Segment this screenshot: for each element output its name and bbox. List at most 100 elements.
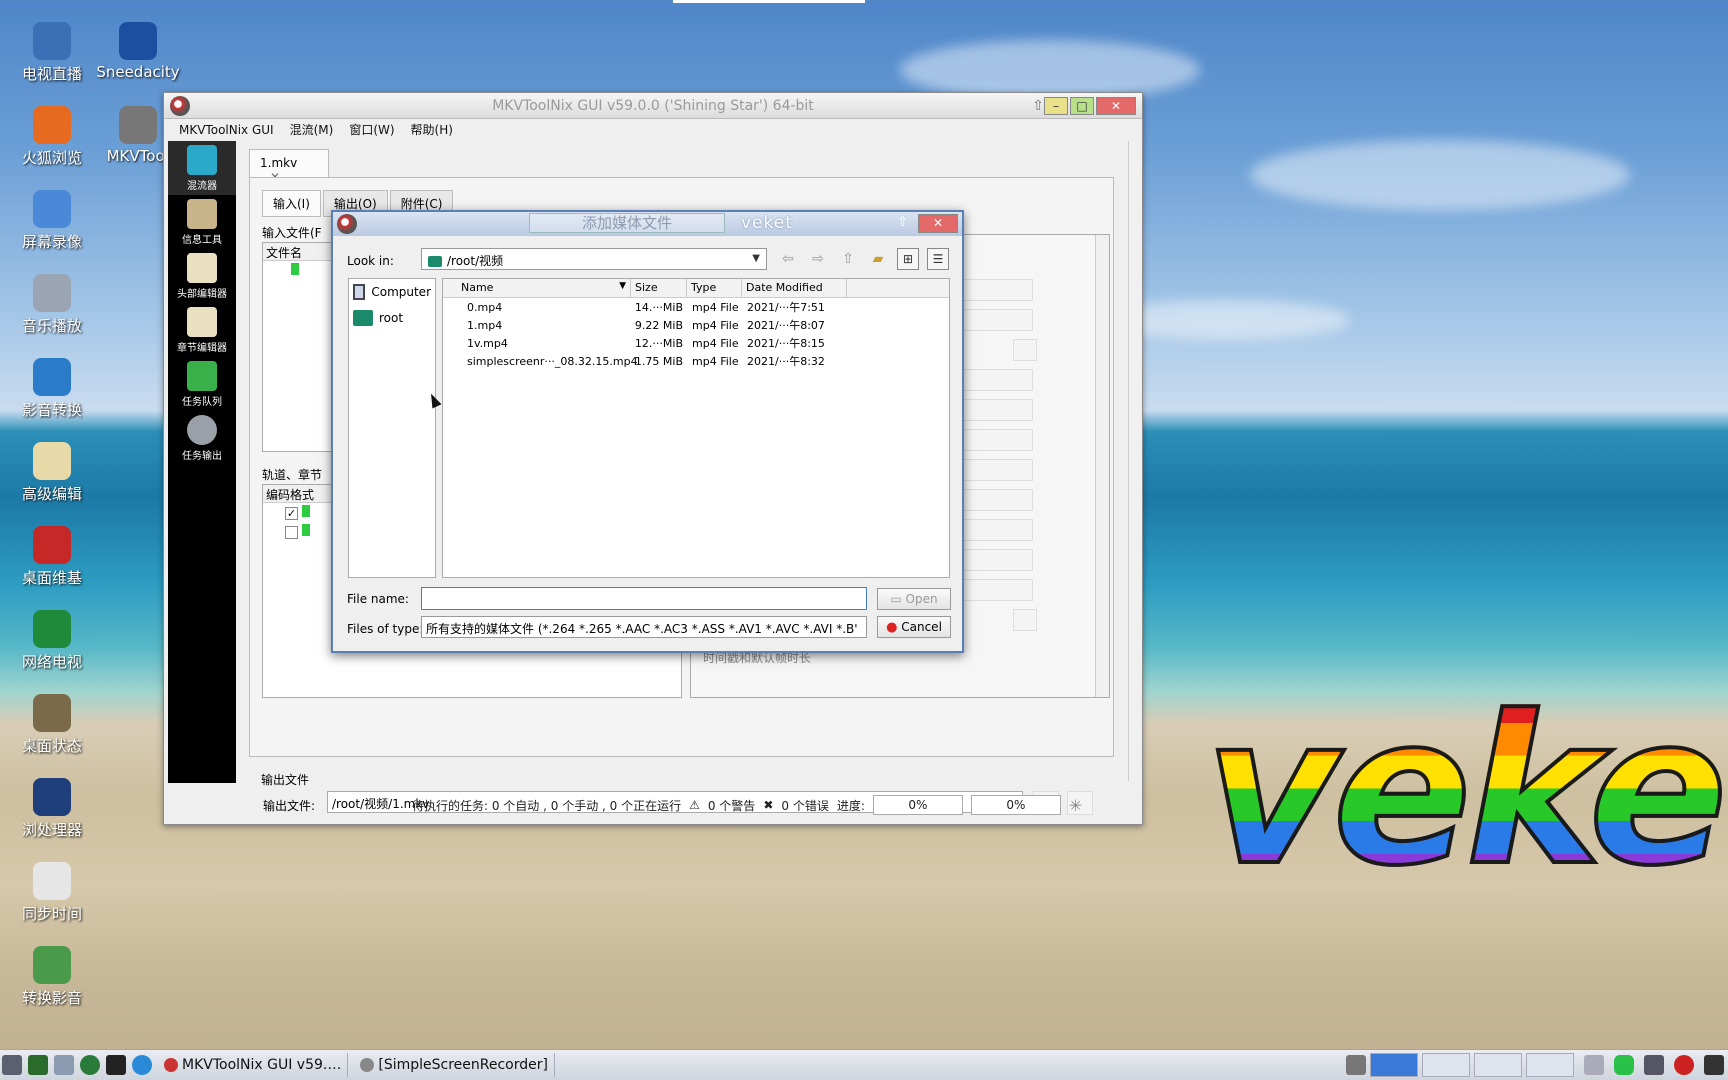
place-root[interactable]: root <box>349 305 435 331</box>
desktop-icon[interactable]: 桌面维基 <box>10 526 94 588</box>
property-combo[interactable] <box>953 429 1033 451</box>
properties-scrollbar[interactable] <box>1095 235 1109 697</box>
pin-icon[interactable]: ⇧ <box>897 215 908 230</box>
property-combo[interactable] <box>953 369 1033 391</box>
sidebar-item-multiplexer[interactable]: 混流器 <box>168 141 236 195</box>
list-view-icon[interactable]: ⊞ <box>897 248 919 270</box>
tab-1-mkv[interactable]: 1.mkv ✕ <box>249 149 329 184</box>
column-name[interactable]: Name ▼ <box>443 279 631 297</box>
sidebar-item-info-tool[interactable]: 信息工具 <box>168 195 236 249</box>
menu-icon[interactable] <box>2 1055 22 1075</box>
play-icon[interactable] <box>80 1055 100 1075</box>
property-combo[interactable] <box>953 399 1033 421</box>
task-mkvtoolnix[interactable]: MKVToolNix GUI v59.… <box>158 1053 349 1077</box>
window-scrollbar[interactable] <box>1128 141 1142 781</box>
desktop-icon[interactable]: Sneedacity <box>96 22 180 81</box>
files-of-type-combo[interactable]: 所有支持的媒体文件 (*.264 *.265 *.AAC *.AC3 *.ASS… <box>421 616 867 638</box>
back-icon[interactable]: ⇦ <box>777 248 799 270</box>
terminal-icon[interactable] <box>106 1055 126 1075</box>
maximize-button[interactable]: □ <box>1070 97 1094 115</box>
desktop-icon[interactable]: 屏幕录像 <box>10 190 94 252</box>
column-size[interactable]: Size <box>631 279 687 297</box>
desktop-icon[interactable]: 音乐播放 <box>10 274 94 336</box>
track-checkbox[interactable]: ✓ <box>285 507 298 520</box>
globe-icon[interactable] <box>132 1055 152 1075</box>
edit-button[interactable] <box>1013 339 1037 361</box>
detail-view-icon[interactable]: ☰ <box>927 248 949 270</box>
recorder-icon <box>360 1058 375 1072</box>
look-in-value: /root/视频 <box>447 254 504 268</box>
look-in-combo[interactable]: /root/视频 ▼ <box>421 248 767 270</box>
desktop-icon[interactable]: 高级编辑 <box>10 442 94 504</box>
record-icon[interactable] <box>1674 1055 1694 1075</box>
workspace-4[interactable] <box>1526 1053 1574 1077</box>
sidebar-item-job-queue[interactable]: 任务队列 <box>168 357 236 411</box>
file-row[interactable]: simplescreenr···_08.32.15.mp4 1.75 MiB mp4… <box>443 352 949 370</box>
desktop-icon[interactable]: 电视直播 <box>10 22 94 84</box>
column-type[interactable]: Type <box>687 279 742 297</box>
property-combo[interactable] <box>953 489 1033 511</box>
magnifier-icon <box>187 199 217 229</box>
network-icon[interactable] <box>1644 1055 1664 1075</box>
task-simplescreenrecorder[interactable]: [SimpleScreenRecorder] <box>354 1053 555 1077</box>
desktop-icon[interactable]: 桌面状态 <box>10 694 94 756</box>
sidebar-item-chapter-editor[interactable]: 章节编辑器 <box>168 303 236 357</box>
minimize-button[interactable]: – <box>1044 97 1068 115</box>
property-combo[interactable] <box>953 549 1033 571</box>
battery-icon[interactable] <box>1614 1055 1634 1075</box>
new-folder-icon[interactable]: ▰ <box>867 248 889 270</box>
menu-help[interactable]: 帮助(H) <box>411 119 453 141</box>
workspace-1[interactable] <box>1370 1053 1418 1077</box>
monitor-icon[interactable] <box>28 1055 48 1075</box>
dialog-close-button[interactable]: ✕ <box>918 214 958 233</box>
parent-folder-icon[interactable]: ⇧ <box>837 248 859 270</box>
menu-mux[interactable]: 混流(M) <box>290 119 334 141</box>
menu-mkvtoolnix[interactable]: MKVToolNix GUI <box>179 119 274 141</box>
sidebar-label: 信息工具 <box>182 235 222 246</box>
desktop-icon[interactable]: 同步时间 <box>10 862 94 924</box>
editor-icon <box>33 442 71 480</box>
pin-icon[interactable]: ⇧ <box>1032 93 1044 119</box>
desktop-icon[interactable]: 网络电视 <box>10 610 94 672</box>
clipboard-icon[interactable] <box>1704 1055 1724 1075</box>
errors-count[interactable]: 0 个错误 <box>781 797 828 814</box>
dialog-titlebar[interactable]: 添加媒体文件 veket ⇧ ✕ <box>333 212 962 236</box>
file-row[interactable]: 1v.mp4 12.···MiB mp4 File 2021/···午8:15 <box>443 334 949 352</box>
film-convert-icon <box>33 946 71 984</box>
progress-label: 进度: <box>836 798 865 813</box>
forward-icon[interactable]: ⇨ <box>807 248 829 270</box>
cancel-button[interactable]: ● Cancel <box>877 616 951 638</box>
open-button[interactable]: ▭ Open <box>877 588 951 610</box>
desktop-icon[interactable]: 转换影音 <box>10 946 94 1008</box>
menu-window[interactable]: 窗口(W) <box>349 119 394 141</box>
property-combo[interactable] <box>953 459 1033 481</box>
file-name-input[interactable] <box>421 587 867 610</box>
warnings-count[interactable]: 0 个警告 <box>708 797 755 814</box>
browse-button[interactable] <box>1013 609 1037 631</box>
sidebar-item-header-editor[interactable]: 头部编辑器 <box>168 249 236 303</box>
property-combo[interactable] <box>953 279 1033 301</box>
property-combo[interactable] <box>953 309 1033 331</box>
tools-icon[interactable] <box>54 1055 74 1075</box>
camera-icon[interactable] <box>1346 1055 1366 1075</box>
desktop-icon[interactable]: 火狐浏览 <box>10 106 94 168</box>
dialog-brand: veket <box>741 213 793 233</box>
task-label: MKVToolNix GUI v59.… <box>182 1057 342 1073</box>
keyboard-icon[interactable] <box>1584 1055 1604 1075</box>
column-date-modified[interactable]: Date Modified <box>742 279 847 297</box>
close-button[interactable]: ✕ <box>1096 97 1136 115</box>
desktop-icon[interactable]: 影音转换 <box>10 358 94 420</box>
workspace-3[interactable] <box>1474 1053 1522 1077</box>
window-titlebar[interactable]: MKVToolNix GUI v59.0.0 ('Shining Star') … <box>164 93 1142 119</box>
tab-input[interactable]: 输入(I) <box>262 190 321 217</box>
desktop-icon[interactable]: 浏处理器 <box>10 778 94 840</box>
property-combo[interactable] <box>953 579 1033 601</box>
file-row[interactable]: 0.mp4 14.···MiB mp4 File 2021/···午7:51 <box>443 298 949 316</box>
track-checkbox[interactable] <box>285 526 298 539</box>
file-row[interactable]: 1.mp4 9.22 MiB mp4 File 2021/···午8:07 <box>443 316 949 334</box>
workspace-2[interactable] <box>1422 1053 1470 1077</box>
place-computer[interactable]: Computer <box>349 279 435 305</box>
property-combo[interactable] <box>953 519 1033 541</box>
file-name-label: File name: <box>347 592 409 606</box>
sidebar-item-job-output[interactable]: 任务输出 <box>168 411 236 465</box>
